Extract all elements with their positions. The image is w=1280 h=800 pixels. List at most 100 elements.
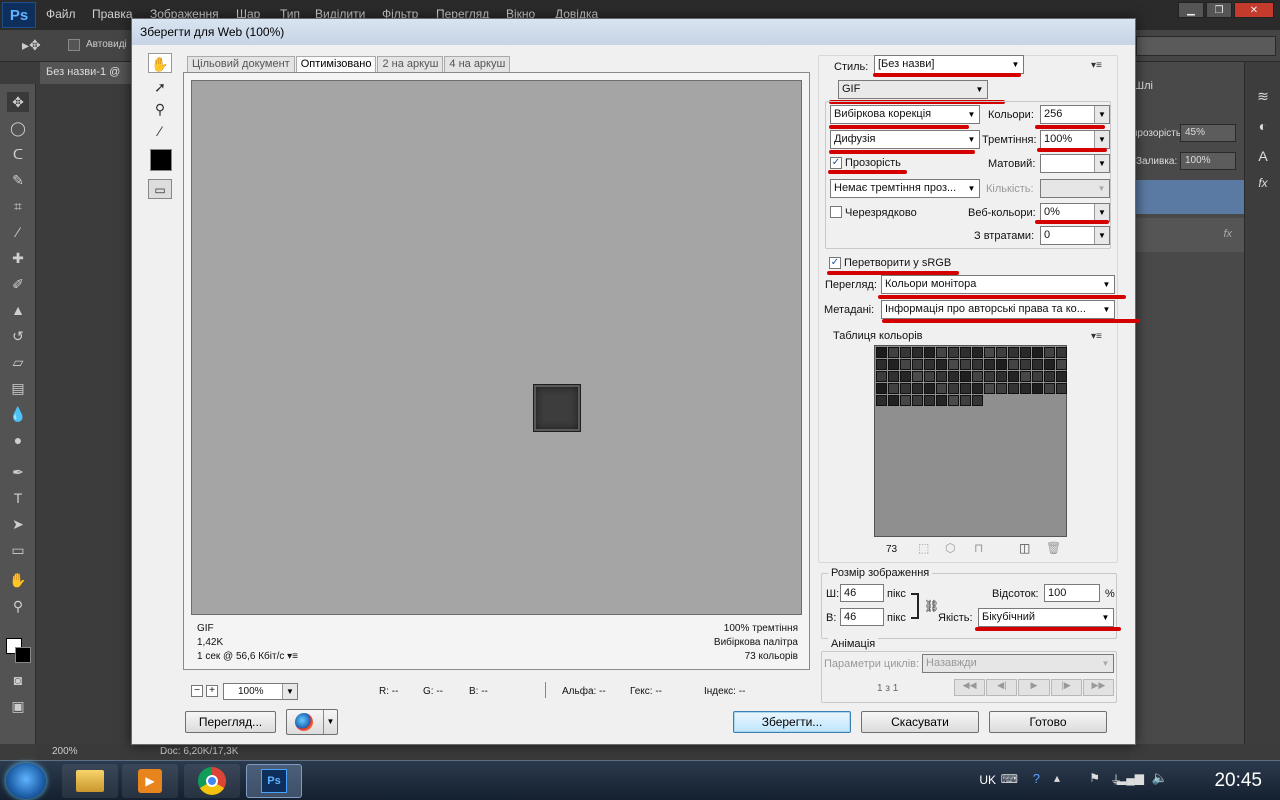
styles-icon[interactable]: fx [1251, 176, 1275, 198]
autoselect-checkbox[interactable] [68, 39, 80, 51]
download-time-info[interactable]: 1 сек @ 56,6 Кбіт/с ▾≡ [197, 650, 298, 664]
preview-canvas[interactable] [191, 80, 802, 615]
eyedropper-color-swatch[interactable] [150, 149, 172, 171]
color-swatch[interactable] [924, 395, 935, 406]
color-swatch[interactable] [1056, 359, 1067, 370]
layer-row-selected[interactable] [1130, 180, 1244, 214]
volume-icon[interactable]: 🔈 [1152, 770, 1168, 786]
color-swatch[interactable] [1032, 347, 1043, 358]
color-swatch[interactable] [1032, 383, 1043, 394]
preset-select[interactable]: [Без назви] ▼ [874, 55, 1024, 74]
chain-link-icon[interactable]: ⛓ [924, 599, 939, 613]
color-swatch[interactable] [876, 371, 887, 382]
move-tool-icon[interactable]: ▸✥ [22, 37, 41, 54]
color-swatch[interactable] [912, 395, 923, 406]
color-swatch[interactable] [924, 359, 935, 370]
flag-icon[interactable]: ⚑ [1089, 771, 1100, 785]
help-icon[interactable]: ? [1033, 771, 1040, 786]
save-button[interactable]: Зберегти... [733, 711, 851, 733]
color-swatch[interactable] [912, 359, 923, 370]
color-swatch[interactable] [984, 347, 995, 358]
transparency-checkbox[interactable]: ✓ [830, 157, 842, 169]
color-swatch[interactable] [984, 371, 995, 382]
color-swatch[interactable] [1008, 383, 1019, 394]
shape-tool-icon[interactable]: ▭ [7, 540, 29, 560]
color-swatch[interactable] [1044, 371, 1055, 382]
tab-2-up[interactable]: 2 на аркуш [377, 56, 444, 72]
gradient-tool-icon[interactable]: ▤ [7, 378, 29, 398]
color-swatch[interactable] [900, 347, 911, 358]
color-swatch[interactable] [972, 395, 983, 406]
color-swatch[interactable] [936, 395, 947, 406]
tab-optimized[interactable]: Оптимізовано [295, 56, 377, 72]
format-select[interactable]: GIF ▼ [838, 80, 988, 99]
done-button[interactable]: Готово [989, 711, 1107, 733]
color-swatch[interactable] [960, 359, 971, 370]
color-swatch[interactable] [972, 371, 983, 382]
eraser-tool-icon[interactable]: ▱ [7, 352, 29, 372]
color-swatch[interactable] [1032, 371, 1043, 382]
color-swatch[interactable] [936, 359, 947, 370]
color-swatch[interactable] [1020, 383, 1031, 394]
dither-algorithm-select[interactable]: Дифузія ▼ [830, 130, 980, 149]
color-table-menu-icon[interactable]: ▾≡ [1091, 331, 1102, 342]
layers-panel-icon[interactable]: ≋ [1251, 88, 1275, 110]
color-swatch[interactable] [1020, 359, 1031, 370]
layer-row[interactable]: fx [1130, 218, 1244, 252]
layers-panel-tab[interactable]: Шлі [1134, 80, 1153, 92]
color-swatch[interactable] [924, 347, 935, 358]
screen-mode-icon[interactable]: ▣ [7, 696, 29, 716]
color-swatch[interactable] [876, 383, 887, 394]
color-swatch[interactable] [888, 371, 899, 382]
clock[interactable]: 20:45 [1214, 770, 1262, 792]
cancel-button[interactable]: Скасувати [861, 711, 979, 733]
color-swatch[interactable] [1008, 347, 1019, 358]
color-swatch[interactable] [996, 347, 1007, 358]
lock-color-icon[interactable]: ⊓ [974, 541, 983, 555]
history-brush-icon[interactable]: ↺ [7, 326, 29, 346]
color-swatch[interactable] [924, 383, 935, 394]
zoom-select[interactable]: 100% ▼ [223, 683, 298, 700]
hand-tool-icon[interactable]: ✋ [148, 53, 172, 73]
menu-file[interactable]: Файл [46, 7, 76, 21]
marquee-tool-icon[interactable]: ◯ [7, 118, 29, 138]
color-swatch[interactable] [948, 359, 959, 370]
new-color-icon[interactable]: ◫ [1019, 541, 1030, 555]
srgb-checkbox[interactable]: ✓ [829, 257, 841, 269]
color-table[interactable] [874, 345, 1067, 537]
preview-mode-select[interactable]: Кольори монітора ▼ [881, 275, 1115, 294]
browser-select[interactable]: ▼ [286, 709, 338, 735]
lasso-tool-icon[interactable]: ᑕ [7, 144, 29, 164]
color-swatch[interactable] [912, 383, 923, 394]
restore-icon[interactable]: ❐ [1206, 2, 1232, 18]
color-swatch[interactable] [960, 371, 971, 382]
color-swatch[interactable] [1020, 371, 1031, 382]
workspace-select[interactable] [1136, 36, 1276, 56]
color-swatch[interactable] [1032, 359, 1043, 370]
color-swatch[interactable] [972, 383, 983, 394]
color-swatch[interactable] [900, 371, 911, 382]
path-select-tool-icon[interactable]: ➤ [7, 514, 29, 534]
color-swatch[interactable] [936, 371, 947, 382]
color-swatch[interactable] [1056, 383, 1067, 394]
taskbar-explorer[interactable] [62, 764, 118, 798]
menu-lines-icon[interactable]: ▾≡ [287, 651, 298, 662]
color-swatch[interactable] [1056, 371, 1067, 382]
healing-tool-icon[interactable]: ✚ [7, 248, 29, 268]
color-swatch[interactable] [984, 383, 995, 394]
fill-field[interactable]: 100% [1180, 152, 1236, 170]
taskbar-media-player[interactable]: ▶ [122, 764, 178, 798]
color-swatch[interactable] [996, 359, 1007, 370]
web-shift-icon[interactable]: ⬡ [945, 541, 955, 555]
color-swatch[interactable] [972, 359, 983, 370]
status-zoom[interactable]: 200% [52, 746, 78, 757]
taskbar-chrome[interactable] [184, 764, 240, 798]
color-swatch[interactable] [1008, 359, 1019, 370]
move-tool-icon[interactable]: ✥ [7, 92, 29, 112]
color-swatch[interactable] [948, 371, 959, 382]
tray-expand-icon[interactable]: ▴ [1054, 771, 1060, 785]
type-tool-icon[interactable]: T [7, 488, 29, 508]
transparency-dither-select[interactable]: Немає тремтіння проз... ▼ [830, 179, 980, 198]
paragraph-icon[interactable]: A [1251, 148, 1275, 170]
color-swatch[interactable] [948, 395, 959, 406]
